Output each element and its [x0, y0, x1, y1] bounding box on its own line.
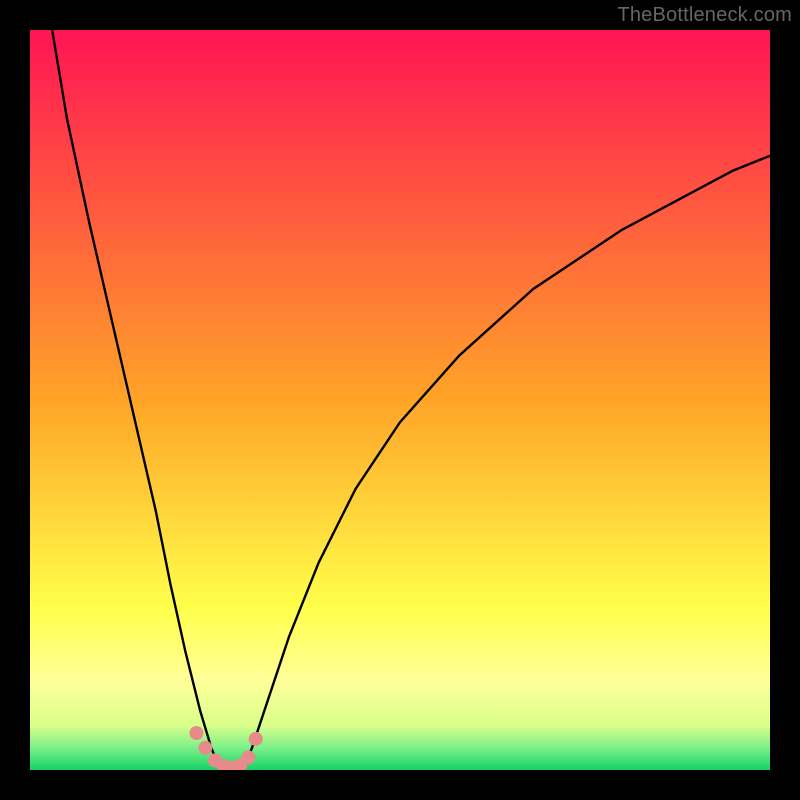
trough-marker: [241, 750, 255, 764]
curve-layer: [30, 30, 770, 770]
watermark-text: TheBottleneck.com: [617, 4, 792, 27]
right-curve: [245, 156, 770, 767]
trough-marker: [249, 732, 263, 746]
left-curve: [52, 30, 219, 766]
trough-marker: [198, 741, 212, 755]
plot-area: [30, 30, 770, 770]
trough-marker: [190, 726, 204, 740]
chart-frame: TheBottleneck.com: [0, 0, 800, 800]
